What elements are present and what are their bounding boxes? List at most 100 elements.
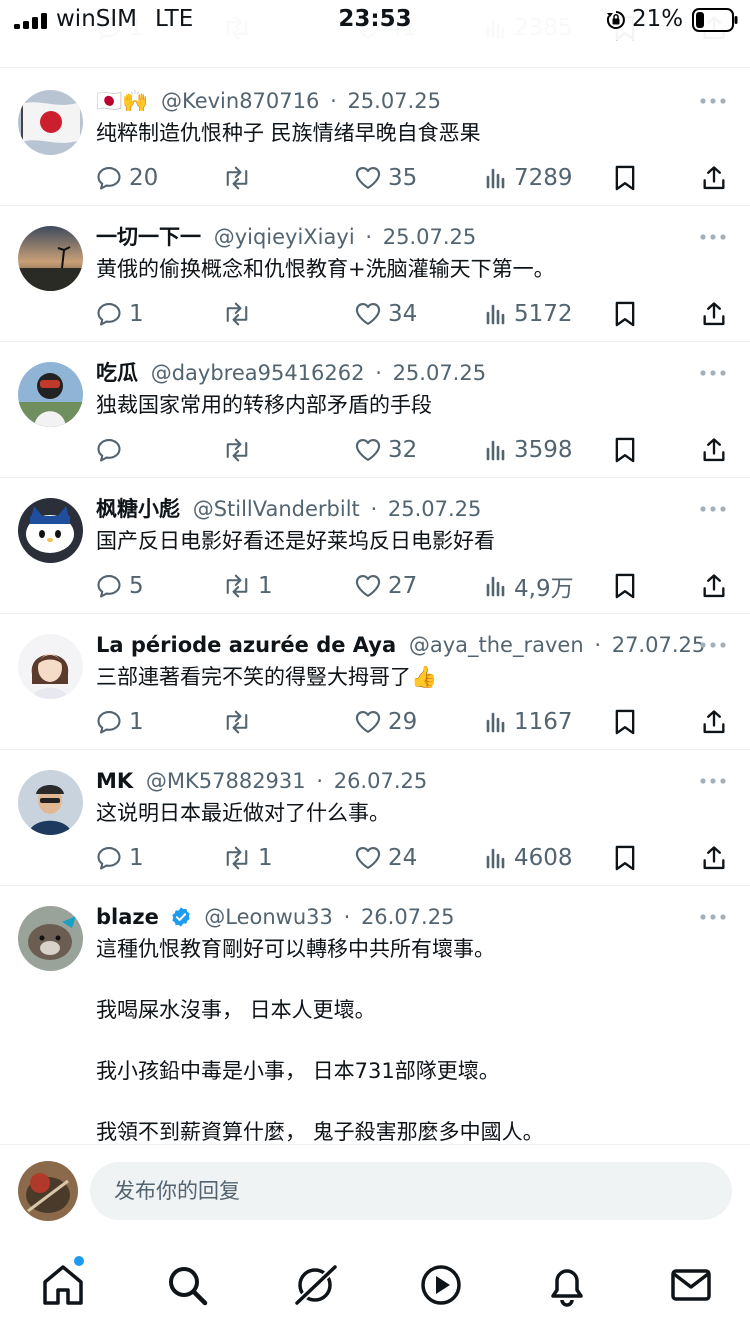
bookmark-button[interactable] [612,294,638,334]
my-avatar[interactable] [18,1161,78,1221]
tweet-text-line: 我喝屎水沒事， 日本人更壞。 [96,998,376,1022]
share-button[interactable] [700,158,728,198]
retweet-icon [226,710,248,734]
reply-icon [97,575,121,598]
user-handle[interactable]: @Leonwu33 [204,905,333,929]
user-handle[interactable]: @MK57882931 [146,769,306,793]
avatar[interactable] [18,634,83,699]
display-name[interactable]: MK [96,769,133,793]
video-icon[interactable] [418,1262,464,1308]
reply-count: 1 [129,301,144,327]
sunset-avatar-image [18,226,83,291]
bookmark-button[interactable] [612,838,638,878]
avatar[interactable] [18,498,83,563]
tweet[interactable]: 一切一下一 @yiqieyiXiayi · 25.07.25 黄俄的偷换概念和仇… [0,206,750,342]
retweet-button[interactable] [222,430,258,470]
bottom-tab-bar [0,1240,750,1334]
notifications-icon[interactable] [544,1262,590,1308]
retweet-button[interactable] [222,294,258,334]
views-button[interactable]: 4,9万 [484,566,574,606]
tweet-text-line: 独裁国家常用的转移内部矛盾的手段 [96,393,432,417]
share-button[interactable] [700,838,728,878]
like-button[interactable]: 24 [354,838,417,878]
tweet[interactable]: MK @MK57882931 · 26.07.25 这说明日本最近做对了什么事。… [0,750,750,886]
separator-dot: · [594,633,602,657]
tweet[interactable]: La période azurée de Aya @aya_the_raven … [0,614,750,750]
user-handle[interactable]: @Kevin870716 [161,89,319,113]
retweet-button[interactable] [222,702,258,742]
views-button[interactable]: 1167 [484,702,573,742]
more-options-icon[interactable] [698,368,728,378]
like-button[interactable]: 35 [354,158,417,198]
tweet-header: 🇯🇵🙌 @Kevin870716 · 25.07.25 [96,86,441,116]
reply-button[interactable] [95,430,129,470]
avatar[interactable] [18,362,83,427]
more-options-icon[interactable] [698,504,728,514]
messages-icon[interactable] [668,1262,714,1308]
view-count: 3598 [514,437,573,463]
share-button[interactable] [700,294,728,334]
user-handle[interactable]: @aya_the_raven [409,633,584,657]
reply-feed[interactable]: 1 41 2385 🇯🇵🙌 [0,0,750,1144]
more-options-icon[interactable] [698,232,728,242]
display-name[interactable]: 枫糖小彪 [96,497,180,521]
reply-button[interactable]: 1 [95,294,144,334]
reply-button[interactable]: 1 [95,702,144,742]
display-name[interactable]: 吃瓜 [96,361,138,385]
retweet-button[interactable] [222,158,258,198]
reply-button[interactable]: 5 [95,566,144,606]
display-name[interactable]: La période azurée de Aya [96,633,396,657]
avatar[interactable] [18,90,83,155]
view-count: 7289 [514,165,573,191]
avatar[interactable] [18,906,83,971]
display-name[interactable]: blaze [96,905,159,929]
more-options-icon[interactable] [698,912,728,922]
tweet[interactable]: 🇯🇵🙌 @Kevin870716 · 25.07.25 纯粹制造仇恨种子 民族情… [0,70,750,206]
like-count: 27 [388,573,418,599]
like-button[interactable]: 27 [354,566,417,606]
more-options-icon[interactable] [698,96,728,106]
views-button[interactable]: 3598 [484,430,573,470]
share-button[interactable] [700,430,728,470]
more-options-icon[interactable] [698,776,728,786]
views-button[interactable]: 5172 [484,294,573,334]
retweet-button[interactable]: 1 [222,838,273,878]
reply-button[interactable]: 1 [95,838,144,878]
user-handle[interactable]: @daybrea95416262 [151,361,365,385]
tweet-text-line: 我小孩鉛中毒是小事， 日本731部隊更壞。 [96,1059,500,1083]
bookmark-button[interactable] [612,430,638,470]
bookmark-button[interactable] [612,702,638,742]
like-button[interactable]: 34 [354,294,417,334]
share-button[interactable] [700,566,728,606]
tweet[interactable]: 吃瓜 @daybrea95416262 · 25.07.25 独裁国家常用的转移… [0,342,750,478]
bookmark-button[interactable] [612,158,638,198]
tweet[interactable]: 枫糖小彪 @StillVanderbilt · 25.07.25 国产反日电影好… [0,478,750,614]
bookmark-button[interactable] [612,566,638,606]
reply-icon [97,167,121,190]
reply-input[interactable] [90,1162,732,1220]
reply-composer [0,1144,750,1240]
search-icon[interactable] [164,1262,210,1308]
tweet-date: 25.07.25 [387,497,482,521]
view-count: 1167 [514,709,573,735]
avatar[interactable] [18,226,83,291]
tweet[interactable]: blaze @Leonwu33 · 26.07.25 這種仇恨教育剛好可以轉移中… [0,886,750,1144]
grok-icon[interactable] [292,1262,338,1308]
more-options-icon[interactable] [698,640,728,650]
views-button[interactable]: 4608 [484,838,573,878]
view-count: 4608 [514,845,573,871]
like-count: 35 [388,165,418,191]
tweet-text-line: 黄俄的偷换概念和仇恨教育+洗脑灌输天下第一。 [96,257,555,281]
like-button[interactable]: 29 [354,702,417,742]
display-name[interactable]: 一切一下一 [96,225,201,249]
home-icon[interactable] [40,1262,86,1308]
share-button[interactable] [700,702,728,742]
avatar[interactable] [18,770,83,835]
retweet-button[interactable]: 1 [222,566,273,606]
views-button[interactable]: 7289 [484,158,573,198]
user-handle[interactable]: @yiqieyiXiayi [214,225,355,249]
user-handle[interactable]: @StillVanderbilt [193,497,360,521]
separator-dot: · [365,225,373,249]
reply-button[interactable]: 20 [95,158,158,198]
like-button[interactable]: 32 [354,430,417,470]
